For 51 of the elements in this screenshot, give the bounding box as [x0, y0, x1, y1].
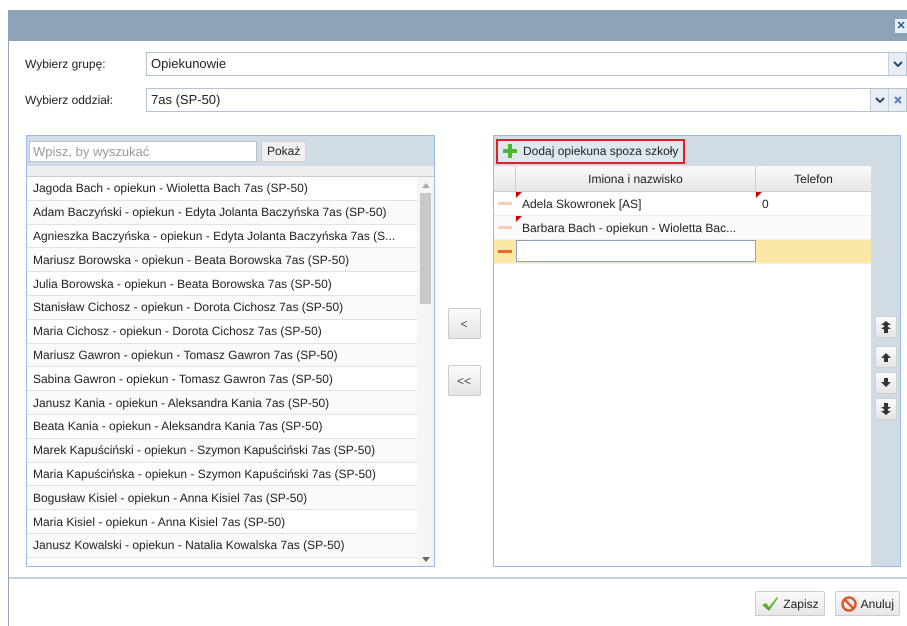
field-value: 7as (SP-50) — [150, 91, 222, 110]
column-header: Imiona i nazwisko — [516, 166, 756, 191]
table-cell: Barbara Bach - opiekun - Wioletta Bac... — [516, 216, 756, 239]
column-header: Telefon — [793, 170, 834, 188]
scrollbar-thumb[interactable] — [420, 193, 431, 304]
clear-icon[interactable] — [888, 89, 906, 111]
list-item[interactable]: Stanisław Cichosz - opiekun - Dorota Cichosz 7as (SP-50) — [27, 296, 417, 320]
double-arrow-up-icon — [880, 320, 892, 334]
grid-row[interactable] — [494, 240, 871, 264]
field-value: Opiekunowie — [150, 55, 228, 74]
table-cell: Adela Skowronek [AS] — [516, 192, 756, 215]
list-item[interactable]: Maria Kapuścińska - opiekun - Szymon Kapuściński 7as (SP-50) — [27, 462, 417, 486]
double-arrow-down-icon — [880, 402, 892, 416]
list-item[interactable]: Bogusław Kisiel - opiekun - Anna Kisiel 7as (SP-50) — [27, 486, 417, 510]
list-item[interactable]: Mariusz Gawron - opiekun - Tomasz Gawron 7as (SP-50) — [27, 344, 417, 368]
arrow-up-button[interactable] — [874, 346, 896, 368]
arrow-up-icon — [880, 350, 892, 364]
table-cell: 0 — [756, 192, 871, 215]
checkmark-icon — [761, 596, 780, 612]
arrow-down-button[interactable] — [874, 372, 896, 394]
name-input[interactable] — [516, 240, 756, 262]
plus-icon — [503, 144, 517, 158]
arrow-down-icon — [880, 376, 892, 390]
field-label: Wybierz oddział: — [25, 92, 114, 109]
move-button[interactable]: < — [448, 308, 480, 339]
double-arrow-up-button[interactable] — [874, 316, 896, 338]
save-button[interactable]: Zapisz — [755, 591, 825, 616]
list-item[interactable]: Mariusz Borowska - opiekun - Beata Borowska 7as (SP-50) — [27, 248, 417, 272]
list-item[interactable]: Adam Baczyński - opiekun - Edyta Jolanta Baczyńska 7as (SP-50) — [27, 200, 417, 225]
move-button[interactable]: << — [448, 365, 480, 396]
grid-row[interactable]: Adela Skowronek [AS] 0 — [494, 192, 871, 216]
add-guardian-button[interactable]: Dodaj opiekuna spoza szkoły — [496, 138, 686, 164]
chevron-down-icon[interactable] — [870, 89, 888, 111]
list-item[interactable]: Agnieszka Baczyńska - opiekun - Edyta Jolanta Baczyńska 7as (S... — [27, 224, 417, 248]
list-item[interactable]: Janusz Kowalski - opiekun - Natalia Kowalska 7as (SP-50) — [27, 534, 417, 558]
double-arrow-down-button[interactable] — [874, 398, 896, 420]
prohibited-icon — [840, 596, 857, 612]
chevron-down-icon[interactable] — [888, 53, 906, 75]
dropdown-field[interactable]: Opiekunowie — [146, 52, 907, 76]
scroll-down-icon[interactable] — [422, 557, 430, 562]
show-button[interactable]: Pokaż — [261, 140, 306, 162]
scroll-up-icon[interactable] — [422, 183, 430, 188]
list-item[interactable]: Marek Kapuściński - opiekun - Szymon Kapuściński 7as (SP-50) — [27, 438, 417, 463]
list-item[interactable]: Janusz Kania - opiekun - Aleksandra Kania 7as (SP-50) — [27, 391, 417, 415]
dropdown-field[interactable]: 7as (SP-50) — [146, 88, 907, 112]
search-field[interactable]: Wpisz, by wyszukać — [29, 140, 257, 162]
grid-row[interactable]: Barbara Bach - opiekun - Wioletta Bac... — [494, 216, 871, 240]
field-label: Wybierz grupę: — [25, 56, 107, 73]
close-button[interactable]: ✕ — [895, 19, 907, 33]
cancel-button[interactable]: Anuluj — [834, 591, 900, 616]
scrollbar[interactable] — [417, 177, 434, 566]
